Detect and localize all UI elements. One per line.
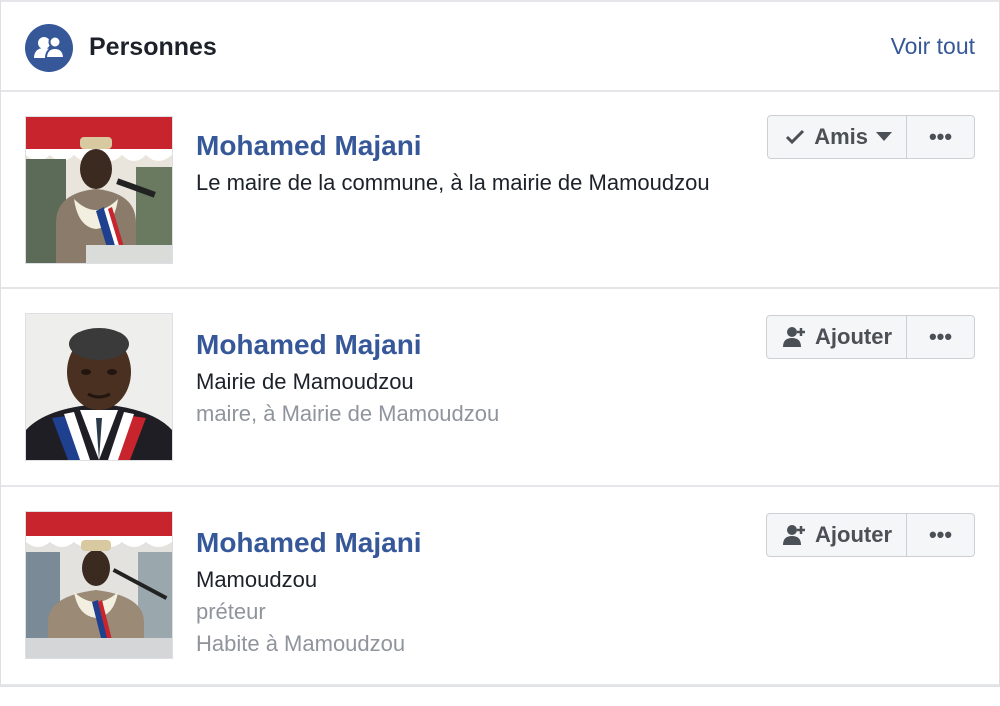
add-friend-button[interactable]: Ajouter [766,513,907,557]
chevron-down-icon [876,132,892,142]
more-icon: ••• [928,522,953,547]
person-name[interactable]: Mohamed Majani [196,329,422,361]
add-friend-button-label: Ajouter [815,522,892,547]
friends-button-label: Amis [814,124,868,149]
profile-photo[interactable] [25,116,173,264]
more-options-button[interactable]: ••• [907,513,975,557]
result-detail: Mamoudzou [196,567,318,592]
profile-photo[interactable] [25,313,173,461]
result-row: Mohamed Majani Le maire de la commune, à… [1,90,999,289]
result-row: Mohamed Majani Mairie de Mamoudzou maire… [1,289,999,487]
add-friend-icon [783,524,807,546]
add-friend-button-label: Ajouter [815,324,892,349]
result-detail: Le maire de la commune, à la mairie de M… [196,170,710,195]
action-button-group: Ajouter ••• [766,513,975,557]
more-options-button[interactable]: ••• [907,315,975,359]
section-title: Personnes [89,33,217,61]
result-detail: préteur [196,599,266,624]
add-friend-button[interactable]: Ajouter [766,315,907,359]
see-all-link[interactable]: Voir tout [891,33,975,60]
action-button-group: Amis ••• [767,115,975,159]
more-options-button[interactable]: ••• [907,115,975,159]
more-icon: ••• [928,124,953,149]
result-detail: Habite à Mamoudzou [196,631,406,656]
result-detail: maire, à Mairie de Mamoudzou [196,401,500,426]
people-results-panel: Personnes Voir tout Mohamed Majani Le ma… [0,0,1000,687]
add-friend-icon [783,326,807,348]
checkmark-icon [784,126,806,148]
profile-photo[interactable] [25,511,173,659]
result-detail: Mairie de Mamoudzou [196,369,414,394]
person-name[interactable]: Mohamed Majani [196,527,422,559]
action-button-group: Ajouter ••• [766,315,975,359]
person-name[interactable]: Mohamed Majani [196,130,422,162]
people-icon [25,24,73,72]
section-header: Personnes Voir tout [1,2,999,92]
friends-button[interactable]: Amis [767,115,907,159]
more-icon: ••• [928,324,953,349]
result-row: Mohamed Majani Mamoudzou préteur Habite … [1,487,999,686]
